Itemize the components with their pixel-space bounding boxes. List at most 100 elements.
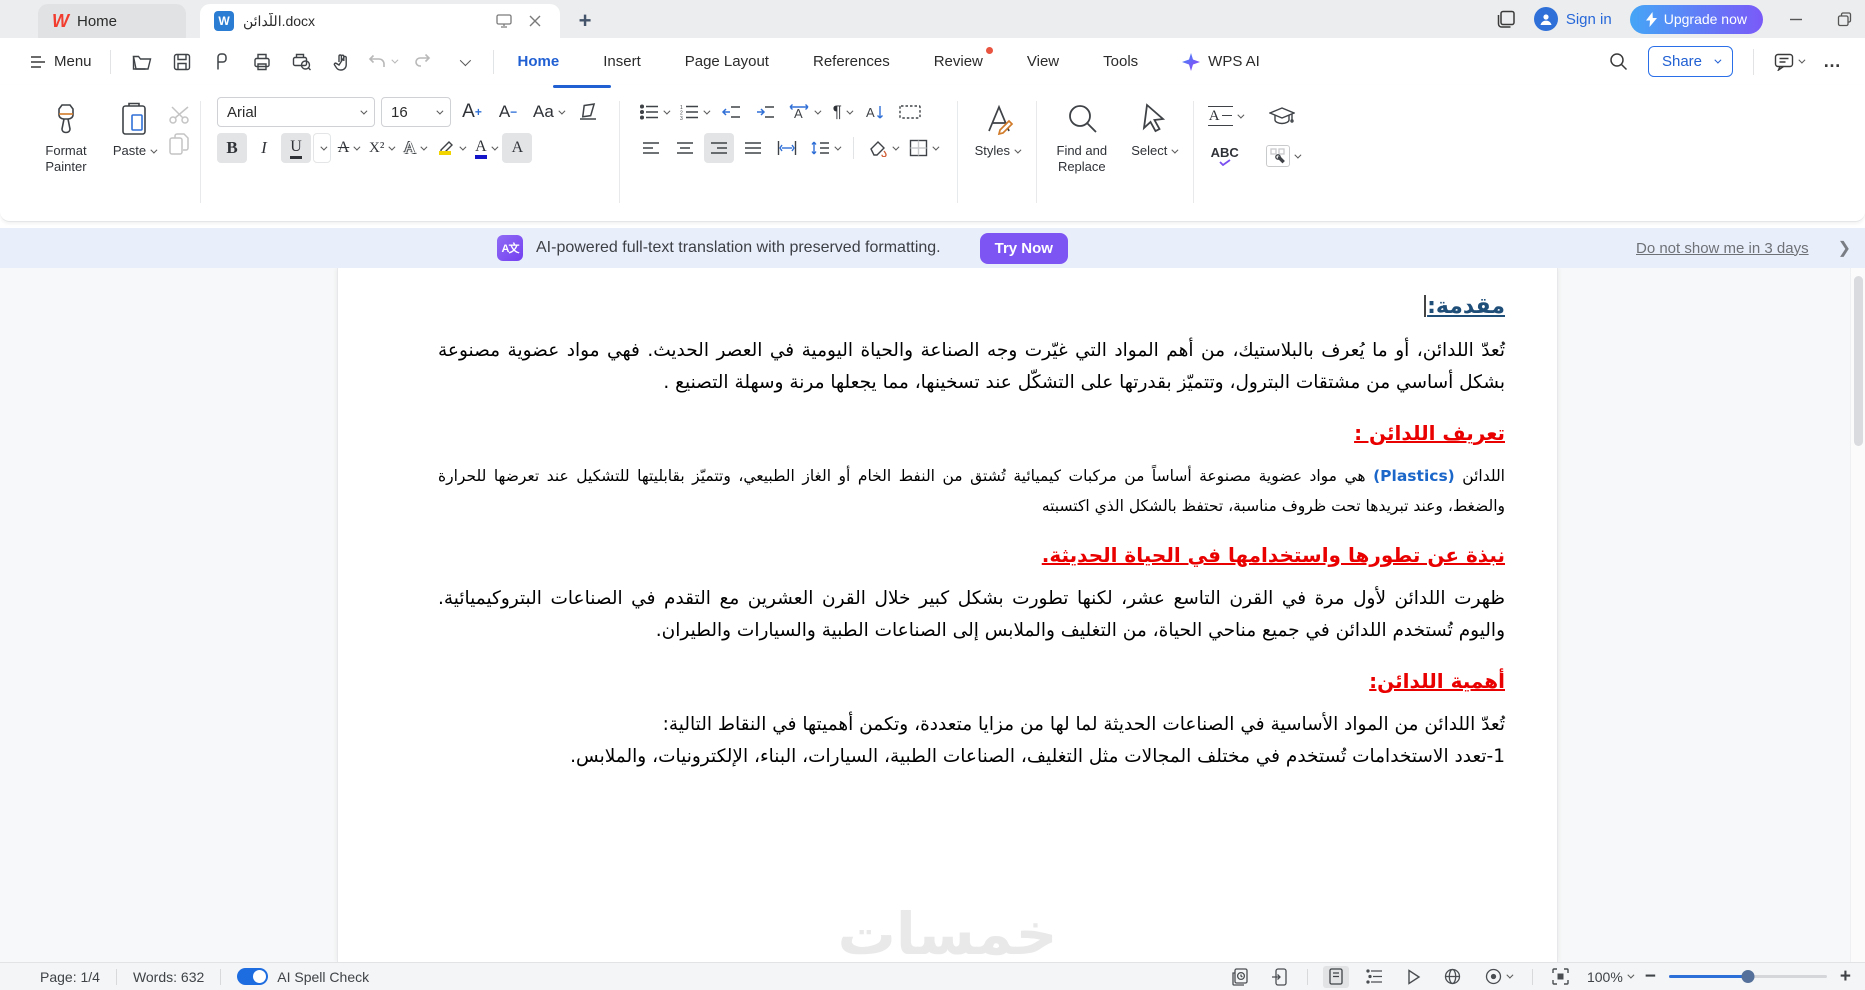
format-painter-button[interactable]: Format Painter — [30, 95, 102, 176]
present-on-screen-icon[interactable] — [493, 10, 515, 32]
show-marks-button[interactable] — [895, 97, 925, 127]
zoom-in-button[interactable]: + — [1840, 967, 1851, 986]
annotate-button[interactable]: A — [1204, 101, 1246, 131]
styles-button[interactable]: Styles — [964, 95, 1030, 159]
tab-view[interactable]: View — [1027, 53, 1059, 70]
doc-block-h2[interactable]: أهمية اللدائن: — [438, 669, 1505, 693]
cut-icon[interactable] — [168, 105, 192, 125]
doc-block-p[interactable]: تُعدّ اللدائن، أو ما يُعرف بالبلاستيك، م… — [438, 335, 1505, 399]
paste-button[interactable]: Paste — [102, 95, 166, 159]
new-tab-button[interactable]: + — [570, 6, 600, 36]
highlight-color-button[interactable] — [431, 133, 468, 163]
dismiss-banner-link[interactable]: Do not show me in 3 days — [1636, 240, 1809, 257]
zoom-out-button[interactable]: − — [1645, 967, 1656, 986]
close-tab-icon[interactable] — [524, 10, 546, 32]
text-effects-button[interactable]: A — [399, 133, 429, 163]
mobile-transfer-icon[interactable] — [1266, 966, 1292, 988]
decrease-font-button[interactable]: A − — [493, 97, 523, 127]
font-color-button[interactable]: A — [470, 133, 500, 163]
doc-block-h1[interactable]: مقدمة: — [438, 294, 1505, 319]
doc-block-p[interactable]: تُعدّ اللدائن من المواد الأساسية في الصن… — [438, 709, 1505, 741]
learning-tools-icon[interactable] — [1262, 101, 1303, 131]
tab-review[interactable]: Review — [934, 47, 993, 70]
print-icon[interactable] — [245, 46, 279, 78]
home-tab[interactable]: W Home — [38, 4, 186, 38]
doc-block-p[interactable]: ظهرت اللدائن لأول مرة في القرن التاسع عش… — [438, 583, 1505, 647]
distribute-button[interactable] — [772, 133, 802, 163]
print-preview-icon[interactable] — [285, 46, 319, 78]
underline-button[interactable]: U — [281, 133, 311, 163]
spell-check-toggle[interactable] — [237, 968, 269, 985]
font-size-select[interactable]: 16 — [381, 97, 451, 127]
line-spacing-button[interactable] — [806, 133, 843, 163]
paragraph-mark-button[interactable]: ¶ — [827, 97, 857, 127]
comment-icon[interactable] — [1774, 53, 1806, 71]
web-layout-icon[interactable] — [1440, 966, 1466, 988]
export-pdf-icon[interactable] — [205, 46, 239, 78]
borders-button[interactable] — [905, 133, 941, 163]
try-now-button[interactable]: Try Now — [979, 232, 1068, 264]
doc-block-p-small[interactable]: اللدائن (Plastics) هي مواد عضوية مصنوعة … — [438, 461, 1505, 521]
redo-icon[interactable] — [405, 46, 439, 78]
share-button[interactable]: Share — [1647, 46, 1733, 77]
shading-button[interactable] — [864, 133, 901, 163]
font-name-select[interactable]: Arial — [217, 97, 375, 127]
sort-button[interactable]: A — [861, 97, 891, 127]
zoom-level[interactable]: 100% — [1587, 969, 1635, 985]
increase-indent-button[interactable] — [750, 97, 780, 127]
increase-font-button[interactable]: A + — [457, 97, 487, 127]
bullet-list-button[interactable] — [636, 97, 672, 127]
zoom-slider-knob[interactable] — [1741, 970, 1755, 983]
text-direction-button[interactable]: A — [784, 97, 823, 127]
char-shading-button[interactable]: A — [502, 133, 533, 163]
tab-references[interactable]: References — [813, 53, 890, 70]
more-options-icon[interactable]: … — [1823, 51, 1843, 72]
doc-block-h2[interactable]: نبذة عن تطورها واستخدامها في الحياة الحد… — [438, 543, 1505, 567]
restore-window-icon[interactable] — [1829, 4, 1859, 34]
underline-options-button[interactable] — [313, 133, 331, 163]
align-left-button[interactable] — [636, 133, 666, 163]
numbered-list-button[interactable]: 123 — [676, 97, 712, 127]
minimize-window-icon[interactable] — [1781, 4, 1811, 34]
outline-view-icon[interactable] — [1362, 966, 1388, 988]
fit-screen-icon[interactable] — [1548, 966, 1574, 988]
open-file-icon[interactable] — [125, 46, 159, 78]
save-icon[interactable] — [165, 46, 199, 78]
toolbar-more-icon[interactable] — [445, 46, 479, 78]
scrollbar-thumb[interactable] — [1854, 276, 1863, 446]
zoom-slider[interactable] — [1668, 970, 1827, 983]
tab-home[interactable]: Home — [518, 53, 560, 70]
superscript-button[interactable]: X² — [365, 133, 397, 163]
change-case-button[interactable]: Aa — [529, 97, 567, 127]
spell-check-button[interactable]: ABC — [1204, 141, 1246, 171]
focus-mode-icon[interactable] — [1479, 966, 1517, 988]
tools-box-button[interactable] — [1262, 141, 1303, 171]
tab-page-layout[interactable]: Page Layout — [685, 53, 769, 70]
workspace-windows-icon[interactable] — [1497, 10, 1516, 29]
copy-icon[interactable] — [168, 133, 192, 157]
clear-format-icon[interactable] — [573, 97, 603, 127]
upgrade-now-button[interactable]: Upgrade now — [1629, 4, 1763, 34]
sign-in-button[interactable]: Sign in — [1533, 7, 1612, 31]
doc-block-p[interactable]: 1-تعدد الاستخدامات تُستخدم في مختلف المج… — [438, 741, 1505, 773]
bold-button[interactable]: B — [217, 133, 247, 163]
page-view-icon[interactable] — [1322, 965, 1349, 988]
read-mode-icon[interactable] — [1401, 966, 1427, 988]
tab-tools[interactable]: Tools — [1103, 53, 1138, 70]
justify-button[interactable] — [738, 133, 768, 163]
find-replace-button[interactable]: Find and Replace — [1043, 95, 1121, 176]
vertical-scrollbar[interactable] — [1850, 268, 1865, 962]
search-icon[interactable] — [1609, 52, 1628, 71]
banner-collapse-icon[interactable]: ❯ — [1838, 238, 1851, 258]
history-version-icon[interactable] — [1227, 966, 1253, 988]
document-tab[interactable]: W اللّدائن.docx — [200, 4, 560, 38]
tab-wps-ai[interactable]: WPS AI — [1182, 52, 1260, 71]
align-center-button[interactable] — [670, 133, 700, 163]
align-right-button[interactable] — [703, 133, 734, 163]
strikethrough-button[interactable]: A — [333, 133, 363, 163]
tab-insert[interactable]: Insert — [603, 53, 641, 70]
undo-icon[interactable] — [365, 46, 399, 78]
hand-tool-icon[interactable] — [325, 46, 359, 78]
doc-block-h2[interactable]: تعريف اللدائن : — [438, 421, 1505, 445]
select-button[interactable]: Select — [1121, 95, 1187, 159]
